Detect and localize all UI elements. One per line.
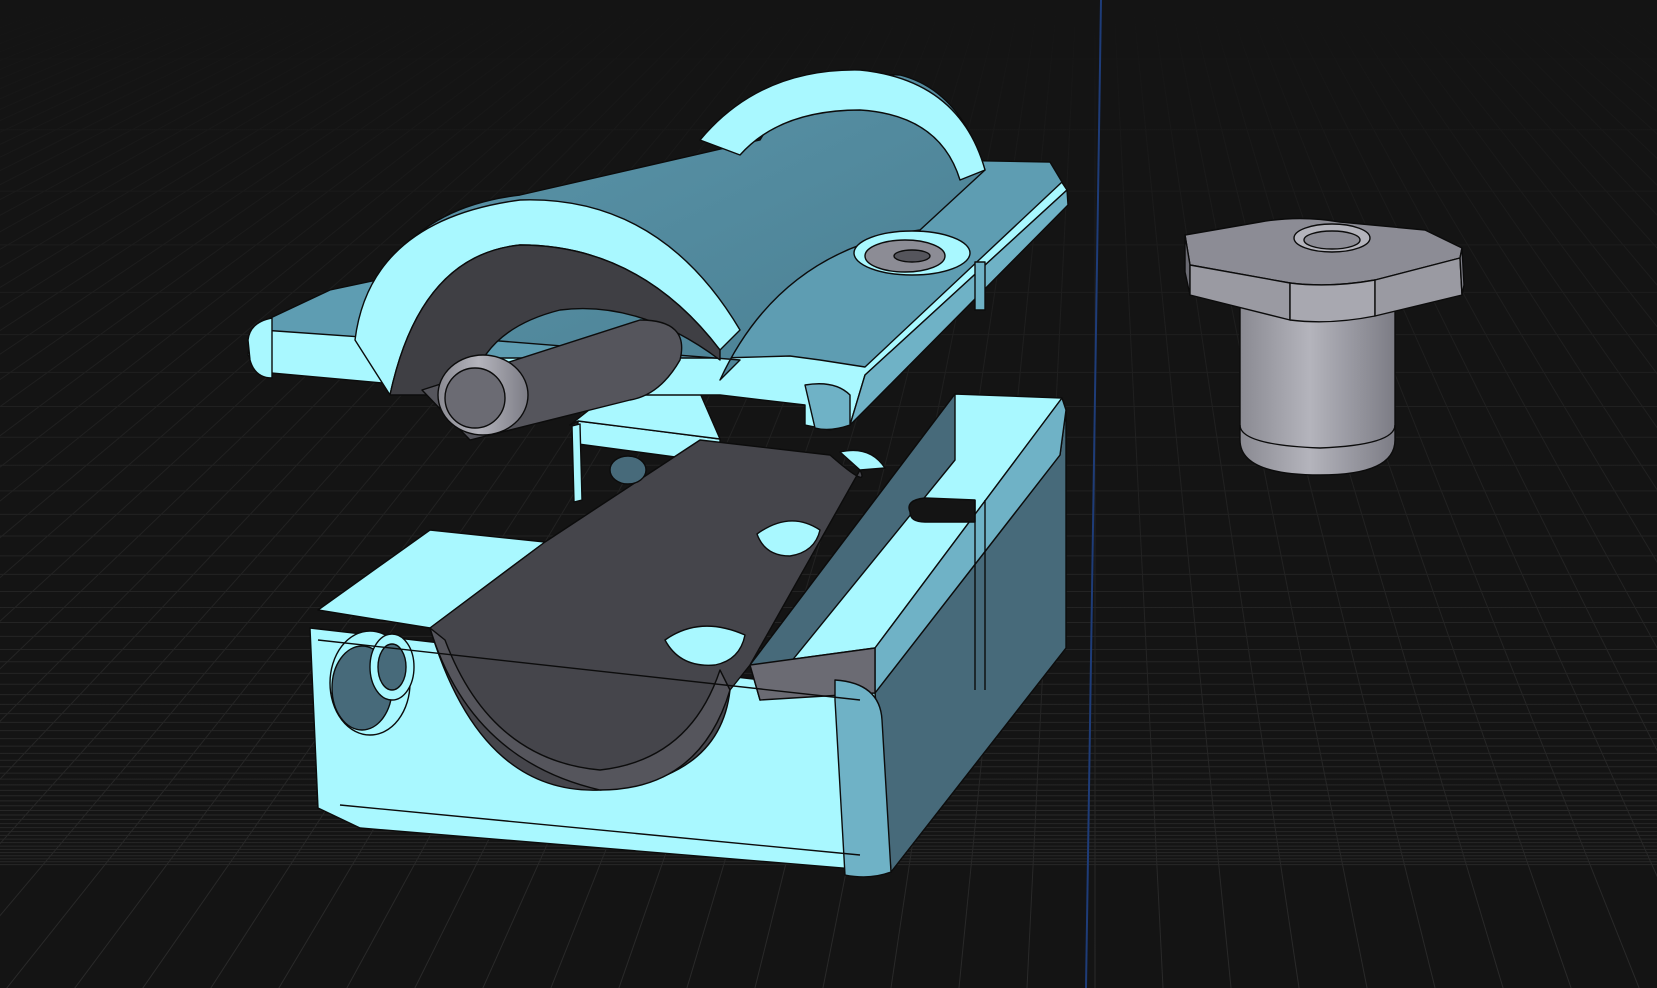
3d-viewport[interactable] bbox=[0, 0, 1657, 988]
